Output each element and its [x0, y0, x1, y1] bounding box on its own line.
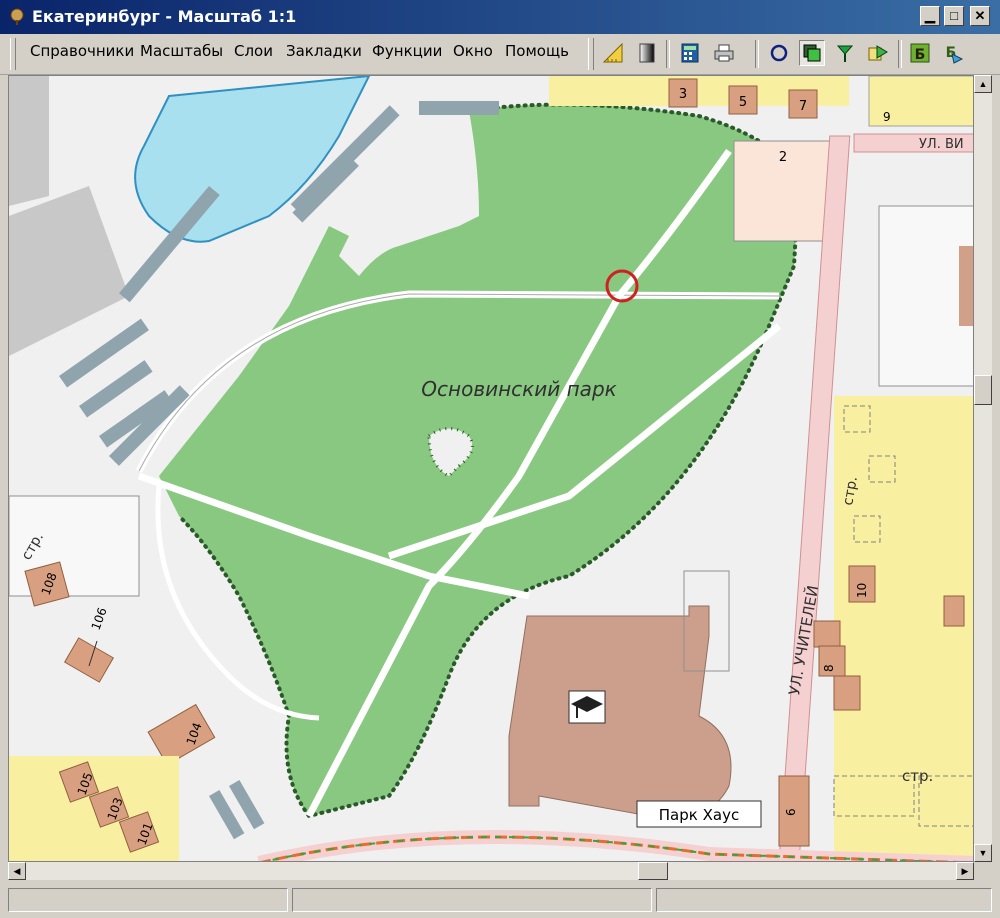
ruler-icon[interactable]	[600, 40, 626, 66]
toolbar-separator	[755, 40, 759, 68]
b-arrow-icon[interactable]: Б	[940, 40, 966, 66]
menu-functions[interactable]: Функции	[372, 42, 442, 60]
printer-icon[interactable]	[711, 40, 737, 66]
building-number: 8	[822, 664, 836, 672]
scroll-left-button[interactable]: ◀	[8, 862, 26, 880]
status-pane	[292, 888, 652, 912]
building-number: 10	[855, 583, 869, 598]
svg-text:Б: Б	[915, 47, 926, 63]
building-number: 2	[779, 150, 787, 165]
horizontal-scrollbar[interactable]: ◀ ▶	[8, 862, 974, 880]
building-number: 3	[679, 87, 687, 102]
maximize-button[interactable]: □	[944, 6, 964, 26]
app-globe-icon	[10, 8, 24, 25]
scroll-down-button[interactable]: ▼	[974, 844, 992, 862]
menu-scales[interactable]: Масштабы	[140, 42, 223, 60]
vertical-scrollbar[interactable]: ▲ ▼	[974, 75, 992, 862]
scroll-up-button[interactable]: ▲	[974, 75, 992, 93]
status-pane	[8, 888, 288, 912]
scroll-right-button[interactable]: ▶	[956, 862, 974, 880]
minimize-button[interactable]: ▁	[920, 6, 940, 26]
menu-bar: Справочники Масштабы Слои Закладки Функц…	[0, 34, 1000, 75]
menu-directories[interactable]: Справочники	[30, 42, 134, 60]
vertical-scroll-thumb[interactable]	[974, 375, 992, 405]
toolbar-separator	[666, 40, 670, 68]
gradient-icon[interactable]	[634, 40, 660, 66]
layers-icon[interactable]	[799, 40, 825, 66]
construction-label: стр.	[902, 767, 933, 785]
horizontal-scroll-thumb[interactable]	[638, 862, 668, 880]
building-number: 5	[739, 95, 747, 110]
b-icon[interactable]: Б	[907, 40, 933, 66]
status-pane	[656, 888, 992, 912]
toolbar-grip	[588, 38, 594, 70]
menu-grip	[10, 38, 16, 70]
menu-layers[interactable]: Слои	[234, 42, 273, 60]
building-number: 7	[799, 99, 807, 114]
pin-icon[interactable]	[832, 40, 858, 66]
status-bar	[0, 884, 1000, 918]
window-title: Екатеринбург - Масштаб 1:1	[32, 7, 297, 26]
school-building	[508, 605, 732, 819]
street-label-top: УЛ. ВИ	[919, 137, 964, 152]
title-bar: Екатеринбург - Масштаб 1:1 ▁ □ ✕	[0, 0, 1000, 34]
menu-window[interactable]: Окно	[453, 42, 493, 60]
toolbar-separator	[898, 40, 902, 68]
building-number: 6	[784, 808, 798, 816]
map-view[interactable]: 3 5 7 9 2 УЛ. ВИ УЛ. УЧИТЕЛЕЙ стр. 10 8 …	[8, 75, 974, 862]
circle-icon[interactable]	[766, 40, 792, 66]
map-canvas[interactable]: 3 5 7 9 2 УЛ. ВИ УЛ. УЧИТЕЛЕЙ стр. 10 8 …	[9, 76, 974, 862]
route-icon[interactable]	[865, 40, 891, 66]
park-name-label: Основинский парк	[421, 377, 616, 401]
menu-bookmarks[interactable]: Закладки	[286, 42, 362, 60]
close-button[interactable]: ✕	[970, 6, 990, 26]
building-number: 9	[883, 110, 891, 124]
menu-help[interactable]: Помощь	[505, 42, 569, 60]
calculator-icon[interactable]	[677, 40, 703, 66]
poi-label: Парк Хаус	[659, 806, 739, 824]
